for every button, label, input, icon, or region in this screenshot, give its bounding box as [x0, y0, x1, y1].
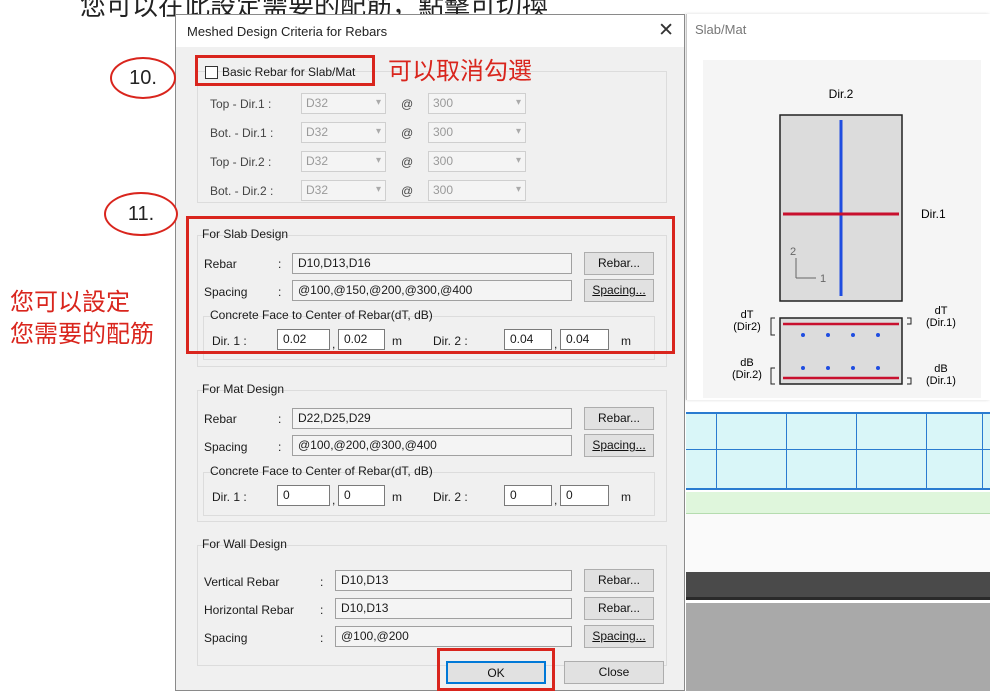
- db-left-label: dB: [740, 357, 753, 369]
- dt-right-bracket: [907, 317, 912, 325]
- chevron-down-icon: ▾: [375, 97, 381, 108]
- top-dir1-label: Top - Dir.1 :: [210, 97, 272, 111]
- basic-rebar-highlight: [195, 55, 375, 86]
- background-green-band: [686, 492, 990, 514]
- top-dir2-spacing-select[interactable]: 300 ▾: [428, 151, 526, 172]
- dialog-title-bar: Meshed Design Criteria for Rebars ✕: [176, 15, 684, 47]
- rebar-diagram: Dir.2 Dir.1 2 1 dT (Dir2) dT (Dir.1) dB: [732, 87, 956, 387]
- wall-spacing-button[interactable]: Spacing...: [584, 625, 654, 648]
- bot-dir2-rebar-select[interactable]: D32 ▾: [301, 180, 386, 201]
- slab-design-highlight: [186, 216, 675, 354]
- preview-title: Slab/Mat: [695, 22, 747, 37]
- bot-dir2-spacing-select[interactable]: 300 ▾: [428, 180, 526, 201]
- wall-horizontal-label: Horizontal Rebar: [204, 603, 295, 617]
- side-note-line1: 您可以設定: [10, 288, 130, 316]
- chevron-down-icon: ▾: [375, 126, 381, 137]
- top-dir1-rebar-select[interactable]: D32 ▾: [301, 93, 386, 114]
- chevron-down-icon: ▾: [515, 97, 521, 108]
- db-left-bracket: [770, 367, 775, 385]
- mat-spacing-button[interactable]: Spacing...: [584, 434, 654, 457]
- background-white-band: [686, 514, 990, 572]
- step-10-badge: 10.: [110, 57, 176, 99]
- dialog-title: Meshed Design Criteria for Rebars: [187, 24, 388, 39]
- at-symbol: @: [401, 97, 414, 111]
- bot-dir1-rebar-select[interactable]: D32 ▾: [301, 122, 386, 143]
- ok-button-highlight: [437, 648, 555, 691]
- background-grid: [686, 412, 990, 490]
- dt-right-sub: (Dir.1): [926, 317, 956, 329]
- background-app-canvas: [686, 400, 990, 691]
- dir2-label: Dir.2: [829, 87, 854, 101]
- wall-horizontal-field[interactable]: D10,D13: [335, 598, 572, 619]
- db-right-sub: (Dir.1): [926, 375, 956, 387]
- at-symbol: @: [401, 155, 414, 169]
- preview-canvas: Dir.2 Dir.1 2 1 dT (Dir2) dT (Dir.1) dB: [703, 60, 981, 398]
- dt-left-sub: (Dir2): [733, 321, 761, 333]
- mat-dir2-dt-input[interactable]: 0: [504, 485, 552, 506]
- colon: :: [278, 412, 282, 426]
- mat-group-title: For Mat Design: [202, 382, 285, 396]
- close-button[interactable]: Close: [564, 661, 664, 684]
- mat-spacing-field[interactable]: @100,@200,@300,@400: [292, 435, 572, 456]
- mat-spacing-label: Spacing: [204, 440, 248, 454]
- db-left-sub: (Dir.2): [732, 369, 762, 381]
- colon: :: [320, 575, 324, 589]
- side-note-line2: 您需要的配筋: [10, 320, 154, 348]
- top-dir2-label: Top - Dir.2 :: [210, 155, 272, 169]
- comma: ,: [332, 493, 336, 507]
- slab-mat-preview-panel: Slab/Mat Dir.2 Dir.1 2 1 dT (Dir2) dT (D…: [686, 14, 990, 400]
- at-symbol: @: [401, 126, 414, 140]
- mat-rebar-field[interactable]: D22,D25,D29: [292, 408, 572, 429]
- wall-vertical-label: Vertical Rebar: [204, 575, 280, 589]
- mat-cover-title: Concrete Face to Center of Rebar(dT, dB): [210, 464, 433, 478]
- slab-section-rect: [779, 317, 903, 385]
- wall-spacing-label: Spacing: [204, 631, 248, 645]
- bot-dir1-label: Bot. - Dir.1 :: [210, 126, 274, 140]
- step-11-badge: 11.: [104, 192, 178, 236]
- dt-right-label: dT: [935, 305, 948, 317]
- background-dark-band: [686, 572, 990, 600]
- at-symbol: @: [401, 184, 414, 198]
- dt-left-bracket: [770, 317, 775, 336]
- mat-dir1-dt-input[interactable]: 0: [277, 485, 330, 506]
- chevron-down-icon: ▾: [515, 126, 521, 137]
- step-10-note: 可以取消勾選: [388, 57, 532, 85]
- mat-dir2-db-input[interactable]: 0: [560, 485, 609, 506]
- mat-rebar-button[interactable]: Rebar...: [584, 407, 654, 430]
- mat-dir2-unit: m: [621, 490, 631, 504]
- bot-dir2-label: Bot. - Dir.2 :: [210, 184, 274, 198]
- wall-group-title: For Wall Design: [202, 537, 287, 551]
- axis-1-label: 1: [820, 273, 826, 285]
- comma: ,: [554, 493, 558, 507]
- wall-spacing-field[interactable]: @100,@200: [335, 626, 572, 647]
- close-icon[interactable]: ✕: [658, 19, 674, 42]
- chevron-down-icon: ▾: [375, 155, 381, 166]
- dir1-label: Dir.1: [921, 207, 946, 221]
- wall-horizontal-rebar-button[interactable]: Rebar...: [584, 597, 654, 620]
- colon: :: [320, 631, 324, 645]
- axis-2-label: 2: [790, 246, 796, 258]
- top-dir2-rebar-select[interactable]: D32 ▾: [301, 151, 386, 172]
- bot-dir1-spacing-select[interactable]: 300 ▾: [428, 122, 526, 143]
- chevron-down-icon: ▾: [515, 155, 521, 166]
- mat-rebar-label: Rebar: [204, 412, 237, 426]
- colon: :: [320, 603, 324, 617]
- wall-vertical-field[interactable]: D10,D13: [335, 570, 572, 591]
- mat-dir2-label: Dir. 2 :: [433, 490, 468, 504]
- db-right-bracket: [907, 377, 912, 385]
- db-right-label: dB: [934, 363, 947, 375]
- chevron-down-icon: ▾: [375, 184, 381, 195]
- colon: :: [278, 440, 282, 454]
- wall-vertical-rebar-button[interactable]: Rebar...: [584, 569, 654, 592]
- background-gray-band: [686, 603, 990, 691]
- chevron-down-icon: ▾: [515, 184, 521, 195]
- mat-dir1-db-input[interactable]: 0: [338, 485, 385, 506]
- mat-dir1-label: Dir. 1 :: [212, 490, 247, 504]
- dt-left-label: dT: [741, 309, 754, 321]
- mat-dir1-unit: m: [392, 490, 402, 504]
- top-dir1-spacing-select[interactable]: 300 ▾: [428, 93, 526, 114]
